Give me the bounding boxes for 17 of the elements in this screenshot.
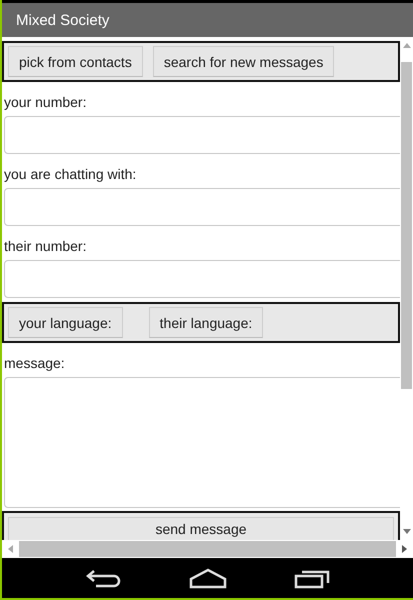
input-field[interactable] [4,116,400,154]
action-button[interactable]: search for new messages [152,46,334,77]
input-field[interactable] [4,260,400,298]
horizontal-scrollbar[interactable] [2,540,413,558]
field-label: your number: [4,94,88,110]
field-label: you are chatting with: [4,166,138,182]
field-label: message: [4,355,66,371]
message-field[interactable] [4,377,400,508]
home-icon[interactable] [188,567,226,589]
input-field[interactable] [4,188,400,226]
language-button[interactable]: their language: [148,307,264,338]
field-label: their number: [4,238,88,254]
action-button[interactable]: pick from contacts [8,46,143,77]
language-button[interactable]: your language: [8,307,123,338]
back-icon[interactable] [86,567,122,589]
window-title: Mixed Society [2,3,413,37]
send-button[interactable]: send message [8,517,394,540]
